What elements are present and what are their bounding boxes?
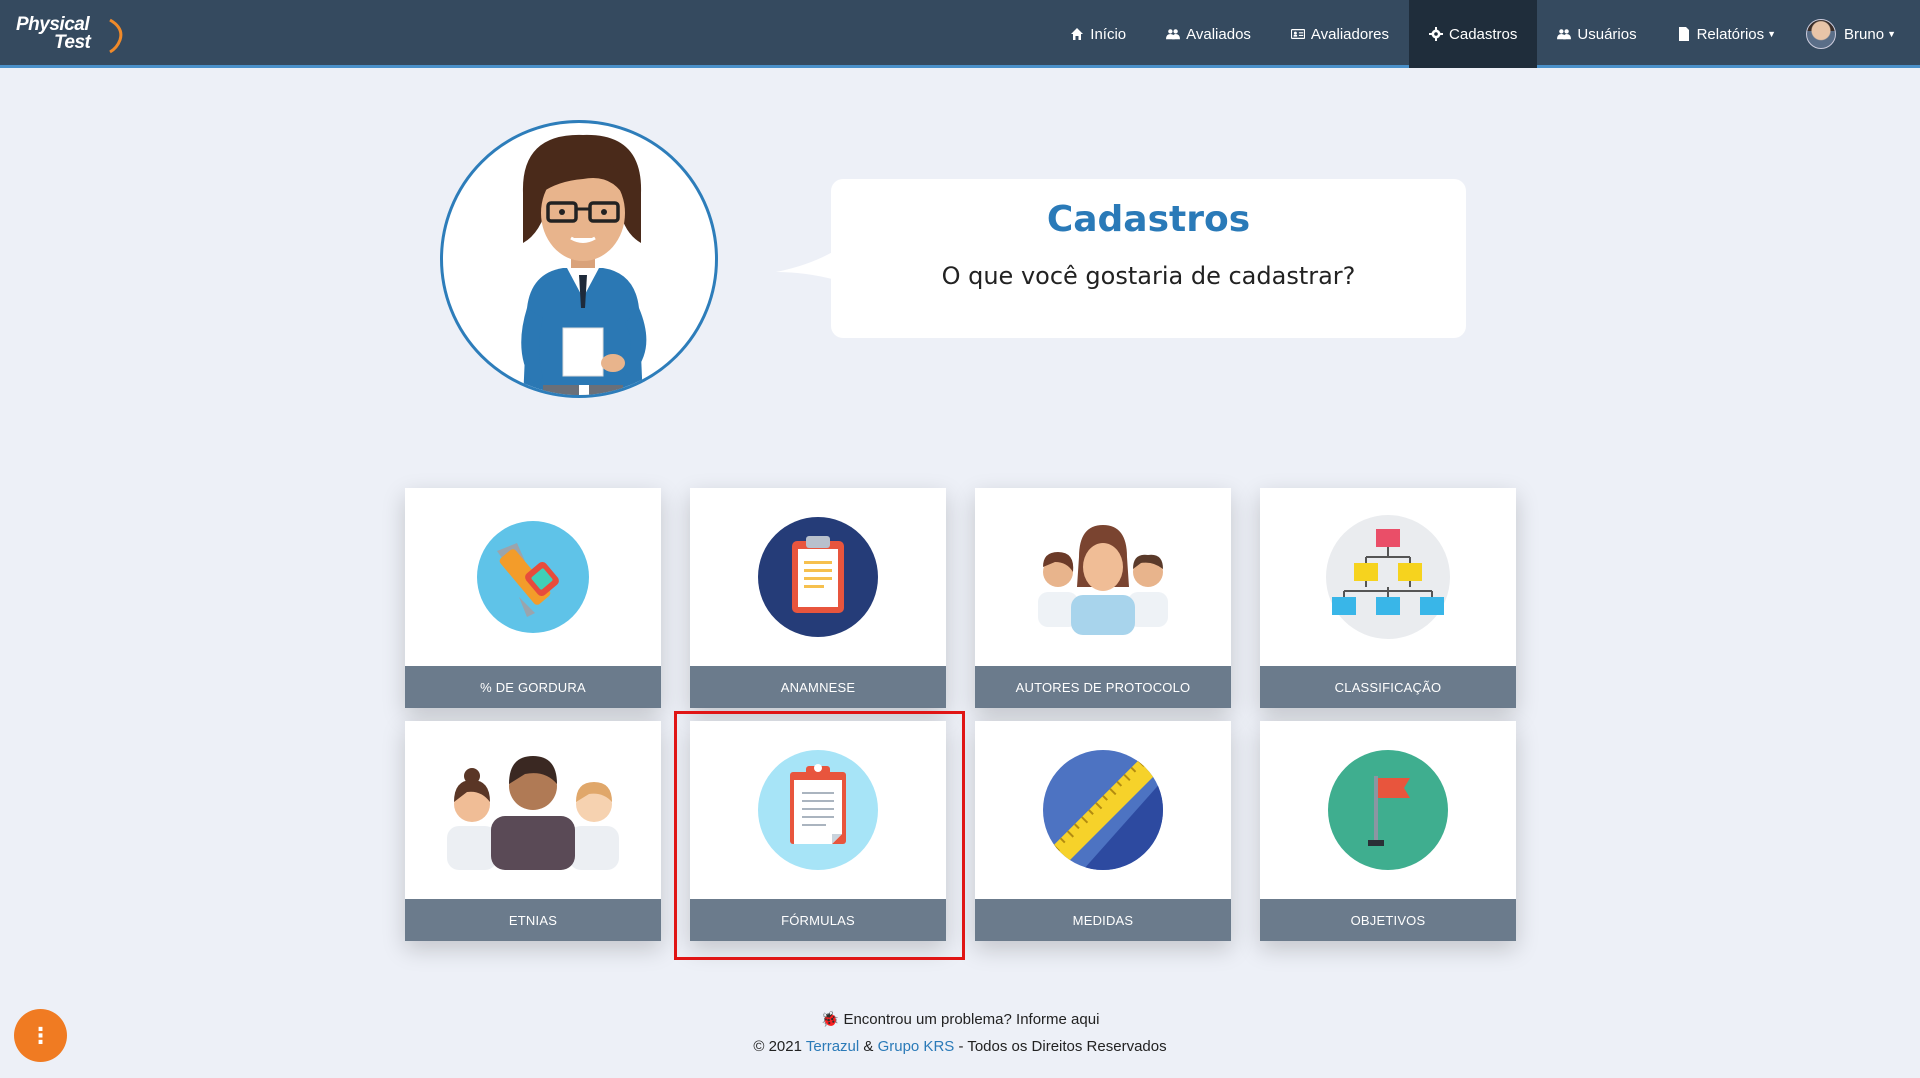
card-objetivos[interactable]: OBJETIVOS [1260, 721, 1516, 941]
card-label: MEDIDAS [975, 899, 1231, 941]
report-text: Encontrou um problema? Informe aqui [843, 1011, 1100, 1028]
card-anamnese[interactable]: ANAMNESE [690, 488, 946, 708]
copyright: © 2021 Terrazul & Grupo KRS - Todos os D… [753, 1038, 1167, 1055]
top-navbar: Physical Test Início Avaliados Avaliador… [0, 0, 1920, 68]
hierarchy-icon [1326, 515, 1450, 639]
footer: 🐞 Encontrou um problema? Informe aqui © … [0, 1010, 1920, 1055]
chevron-down-icon: ▼ [1887, 29, 1896, 39]
page-subtitle: O que você gostaria de cadastrar? [941, 262, 1356, 290]
report-problem-link[interactable]: 🐞 Encontrou um problema? Informe aqui [0, 1010, 1920, 1028]
selection-highlight [674, 711, 965, 960]
id-card-icon [1290, 29, 1305, 39]
card-label: OBJETIVOS [1260, 899, 1516, 941]
clipboard-icon [758, 517, 878, 637]
file-icon [1678, 27, 1689, 41]
card-label: ANAMNESE [690, 666, 946, 708]
logo-swoosh-icon [109, 18, 123, 54]
nav-item-avaliadores[interactable]: Avaliadores [1271, 0, 1409, 68]
card-label: ETNIAS [405, 899, 661, 941]
more-vertical-icon: ⋮ [29, 1022, 52, 1048]
card-classificacao[interactable]: CLASSIFICAÇÃO [1260, 488, 1516, 708]
user-menu[interactable]: Bruno ▼ [1796, 0, 1920, 68]
user-name: Bruno [1844, 25, 1885, 43]
nav-item-usuarios[interactable]: Usuários [1537, 0, 1656, 68]
page-title: Cadastros [1046, 199, 1251, 240]
nav-label-cadastros: Cadastros [1449, 25, 1518, 43]
nav-label-relatorios: Relatórios [1696, 25, 1765, 43]
nav-menu: Início Avaliados Avaliadores Cadastros U… [1050, 0, 1920, 68]
nav-item-cadastros[interactable]: Cadastros [1409, 0, 1538, 68]
card-etnias[interactable]: ETNIAS [405, 721, 661, 941]
ethnicities-icon [447, 756, 619, 870]
nav-label-avaliadores: Avaliadores [1310, 25, 1390, 43]
terrazul-link[interactable]: Terrazul [806, 1038, 859, 1055]
app-logo[interactable]: Physical Test [16, 15, 123, 54]
nav-item-relatorios[interactable]: Relatórios ▼ [1657, 0, 1796, 68]
card-medidas[interactable]: MEDIDAS [975, 721, 1231, 941]
nav-item-inicio[interactable]: Início [1050, 0, 1146, 68]
card-gordura[interactable]: % DE GORDURA [405, 488, 661, 708]
card-label: CLASSIFICAÇÃO [1260, 666, 1516, 708]
people-group-icon [1038, 525, 1168, 635]
nav-label-inicio: Início [1090, 25, 1127, 43]
nav-item-avaliados[interactable]: Avaliados [1146, 0, 1271, 68]
home-icon [1071, 28, 1084, 40]
speech-bubble: Cadastros O que você gostaria de cadastr… [831, 179, 1466, 338]
chevron-down-icon: ▼ [1767, 29, 1777, 39]
avatar [1806, 19, 1837, 49]
card-label: AUTORES DE PROTOCOLO [975, 666, 1231, 708]
nav-label-usuarios: Usuários [1577, 25, 1637, 43]
users-icon [1557, 29, 1572, 40]
flag-icon [1328, 750, 1448, 870]
caliper-icon [477, 521, 589, 633]
gear-icon [1429, 27, 1444, 41]
options-fab-button[interactable]: ⋮ [14, 1009, 67, 1062]
assistant-illustration-icon [521, 134, 647, 395]
grupo-krs-link[interactable]: Grupo KRS [878, 1038, 955, 1055]
card-label: % DE GORDURA [405, 666, 661, 708]
bug-icon: 🐞 [820, 1011, 840, 1028]
users-icon [1166, 29, 1181, 40]
ruler-icon [1043, 750, 1163, 870]
speech-bubble-tail [776, 250, 836, 280]
nav-label-avaliados: Avaliados [1186, 25, 1251, 43]
card-autores-protocolo[interactable]: AUTORES DE PROTOCOLO [975, 488, 1231, 708]
assistant-avatar [440, 120, 718, 398]
